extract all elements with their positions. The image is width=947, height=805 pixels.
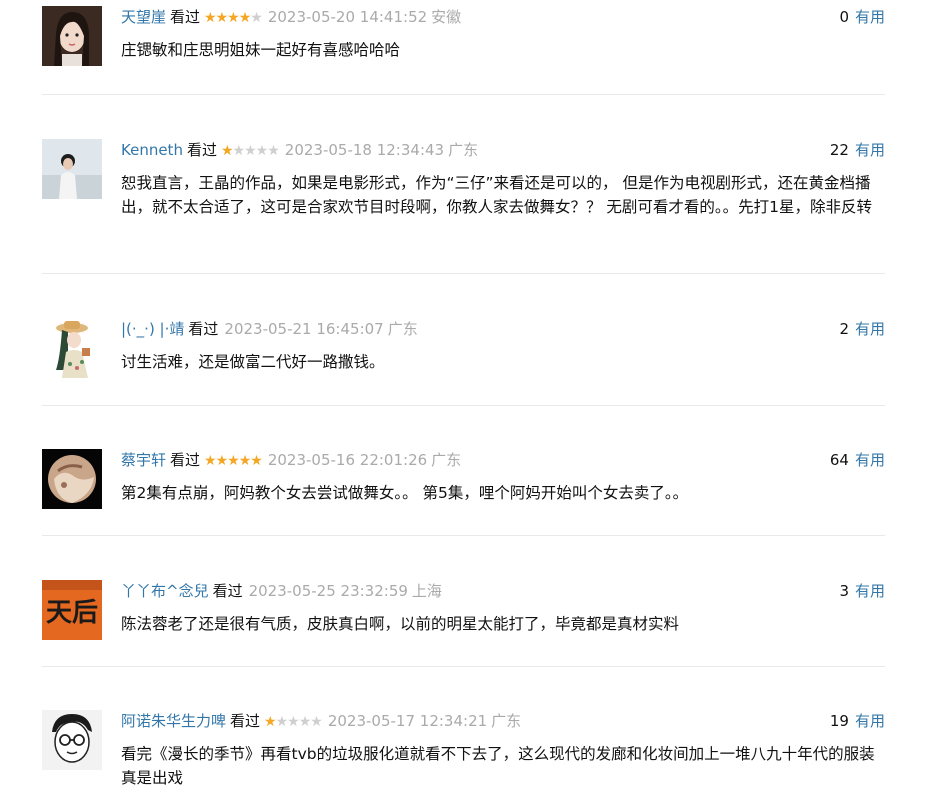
vote-count: 64 bbox=[829, 451, 849, 469]
divider bbox=[42, 405, 885, 406]
comment-time: 2023-05-25 23:32:59 bbox=[248, 582, 408, 600]
star-filled-icon: ★ bbox=[238, 10, 252, 26]
divider bbox=[42, 535, 885, 536]
rating-stars: ★★★★★ bbox=[264, 711, 323, 733]
comment-content: 讨生活难，还是做富二代好一路撒钱。 bbox=[121, 353, 385, 371]
avatar[interactable] bbox=[42, 6, 102, 66]
avatar-woman-portrait-icon bbox=[42, 6, 102, 66]
username-link[interactable]: Kenneth bbox=[121, 141, 183, 159]
comment-content: 看完《漫长的季节》再看tvb的垃圾服化道就看不下去了，这么现代的发廊和化妆间加上… bbox=[121, 745, 875, 787]
star-empty-icon: ★ bbox=[244, 143, 257, 159]
useful-button[interactable]: 有用 bbox=[855, 8, 885, 26]
avatar-orange-sign-icon: 天后 bbox=[42, 580, 102, 640]
avatar-cartoon-glasses-icon bbox=[42, 710, 102, 770]
comment-time: 2023-05-17 12:34:21 bbox=[327, 712, 488, 730]
rating-stars: ★★★★★ bbox=[204, 7, 263, 29]
watched-status: 看过 bbox=[230, 712, 261, 730]
star-empty-icon: ★ bbox=[267, 143, 280, 159]
useful-button[interactable]: 有用 bbox=[855, 451, 885, 469]
vote-area: 22 有用 bbox=[830, 139, 885, 161]
vote-area: 3 有用 bbox=[839, 580, 885, 602]
rating-stars: ★★★★★ bbox=[220, 140, 280, 162]
comment-location: 广东 bbox=[448, 141, 479, 159]
comment-meta: 天望崖 看过 ★★★★★ 2023-05-20 14:41:52 安徽 bbox=[121, 6, 461, 28]
star-empty-icon: ★ bbox=[287, 714, 300, 730]
username-link[interactable]: 丫丫布^念兒 bbox=[121, 582, 209, 600]
avatar-illustration-hat-icon bbox=[42, 318, 102, 378]
useful-button[interactable]: 有用 bbox=[855, 141, 885, 159]
vote-area: 64 有用 bbox=[830, 449, 885, 471]
username-link[interactable]: |(·_·) |·靖 bbox=[121, 320, 184, 338]
divider bbox=[42, 273, 885, 274]
avatar[interactable] bbox=[42, 449, 102, 509]
comment-meta: Kenneth 看过 ★★★★★ 2023-05-18 12:34:43 广东 bbox=[121, 139, 478, 161]
star-filled-icon: ★ bbox=[204, 10, 217, 26]
star-filled-icon: ★ bbox=[220, 143, 234, 159]
comment-location: 广东 bbox=[387, 320, 418, 338]
star-empty-icon: ★ bbox=[298, 714, 312, 730]
comment-location: 广东 bbox=[491, 712, 522, 730]
comment-time: 2023-05-20 14:41:52 bbox=[267, 8, 428, 26]
comment-location: 安徽 bbox=[431, 8, 462, 26]
comment-time: 2023-05-18 12:34:43 bbox=[284, 141, 445, 159]
star-empty-icon: ★ bbox=[310, 714, 323, 730]
avatar[interactable] bbox=[42, 318, 102, 378]
comment-meta: 蔡宇轩 看过 ★★★★★ 2023-05-16 22:01:26 广东 bbox=[121, 449, 461, 471]
useful-button[interactable]: 有用 bbox=[855, 320, 885, 338]
watched-status: 看过 bbox=[170, 8, 201, 26]
star-filled-icon: ★ bbox=[215, 453, 229, 469]
avatar[interactable] bbox=[42, 139, 102, 199]
star-filled-icon: ★ bbox=[238, 453, 252, 469]
comment-time: 2023-05-16 22:01:26 bbox=[267, 451, 428, 469]
username-link[interactable]: 天望崖 bbox=[121, 8, 166, 26]
star-filled-icon: ★ bbox=[215, 10, 229, 26]
star-empty-icon: ★ bbox=[232, 143, 246, 159]
comment-meta: |(·_·) |·靖 看过 2023-05-21 16:45:07 广东 bbox=[121, 318, 418, 340]
comment-meta: 阿诺朱华生力啤 看过 ★★★★★ 2023-05-17 12:34:21 广东 bbox=[121, 710, 521, 732]
comment-location: 上海 bbox=[411, 582, 442, 600]
vote-area: 2 有用 bbox=[839, 318, 885, 340]
avatar[interactable]: 天后 bbox=[42, 580, 102, 640]
watched-status: 看过 bbox=[188, 320, 219, 338]
vote-count: 19 bbox=[829, 712, 849, 730]
comment-content: 恕我直言，王晶的作品，如果是电影形式，作为“三仔”来看还是可以的， 但是作为电视… bbox=[121, 174, 873, 216]
comment-content: 庄锶敏和庄思明姐妹一起好有喜感哈哈哈 bbox=[121, 41, 401, 59]
avatar[interactable] bbox=[42, 710, 102, 770]
comment-meta: 丫丫布^念兒 看过 2023-05-25 23:32:59 上海 bbox=[121, 580, 442, 602]
star-filled-icon: ★ bbox=[227, 10, 240, 26]
star-empty-icon: ★ bbox=[250, 10, 263, 26]
watched-status: 看过 bbox=[212, 582, 243, 600]
star-filled-icon: ★ bbox=[204, 453, 217, 469]
vote-count: 22 bbox=[829, 141, 849, 159]
star-filled-icon: ★ bbox=[227, 453, 240, 469]
vote-area: 19 有用 bbox=[830, 710, 885, 732]
comment-content: 第2集有点崩，阿妈教个女去尝试做舞女。。 第5集，哩个阿妈开始叫个女去卖了。。 bbox=[121, 484, 689, 502]
username-link[interactable]: 蔡宇轩 bbox=[121, 451, 166, 469]
useful-button[interactable]: 有用 bbox=[855, 582, 885, 600]
username-link[interactable]: 阿诺朱华生力啤 bbox=[121, 712, 226, 730]
star-filled-icon: ★ bbox=[250, 453, 263, 469]
vote-count: 2 bbox=[839, 320, 849, 338]
vote-count: 0 bbox=[839, 8, 849, 26]
star-empty-icon: ★ bbox=[275, 714, 289, 730]
vote-count: 3 bbox=[839, 582, 849, 600]
avatar-man-beach-icon bbox=[42, 139, 102, 199]
watched-status: 看过 bbox=[170, 451, 201, 469]
avatar-planet-icon bbox=[42, 449, 102, 509]
useful-button[interactable]: 有用 bbox=[855, 712, 885, 730]
comment-time: 2023-05-21 16:45:07 bbox=[224, 320, 384, 338]
avatar-text: 天后 bbox=[46, 598, 98, 628]
comment-location: 广东 bbox=[431, 451, 462, 469]
divider bbox=[42, 94, 885, 95]
rating-stars: ★★★★★ bbox=[204, 450, 263, 472]
watched-status: 看过 bbox=[186, 141, 217, 159]
star-filled-icon: ★ bbox=[264, 714, 277, 730]
star-empty-icon: ★ bbox=[255, 143, 269, 159]
vote-area: 0 有用 bbox=[839, 6, 885, 28]
comment-content: 陈法蓉老了还是很有气质，皮肤真白啊，以前的明星太能打了，毕竟都是真材实料 bbox=[121, 615, 680, 633]
divider bbox=[42, 666, 885, 667]
